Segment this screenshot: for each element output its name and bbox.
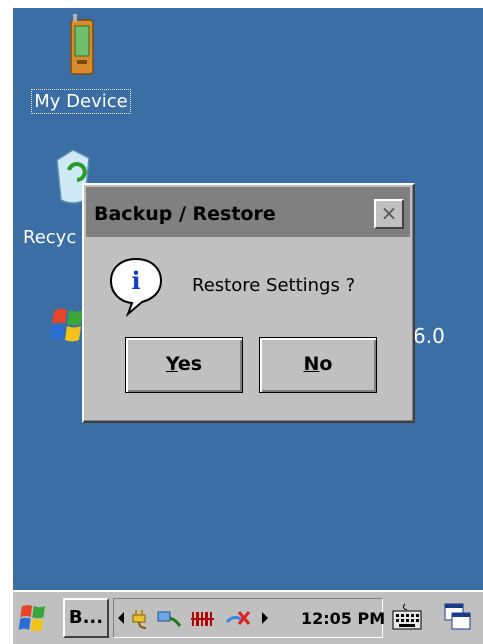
svg-text:i: i [131,266,140,295]
close-icon: × [380,201,398,225]
my-device-label: My Device [31,89,131,114]
desktop-icon-my-device[interactable]: My Device [26,12,136,114]
wireless-off-icon[interactable] [224,608,254,630]
recycle-bin-label: Recyc [23,227,77,248]
windows-flag-icon [50,308,83,342]
taskbar-task-button[interactable]: B... [63,598,109,638]
no-button[interactable]: No [259,337,377,393]
desktop-switch-icon[interactable] [443,602,473,632]
windows-ce-label: 6.0 [413,324,445,348]
info-icon: i [109,257,163,318]
dialog-title: Backup / Restore [94,203,276,225]
taskbar: B... 12:05 PM [13,590,483,644]
yes-label-rest: es [177,353,203,375]
barcode-icon[interactable] [190,608,216,630]
keyboard-icon[interactable] [391,602,423,632]
dialog-message: Restore Settings ? [192,275,356,296]
taskbar-clock[interactable]: 12:05 PM [301,609,385,628]
close-button[interactable]: × [374,199,404,229]
no-label-rest: o [319,353,333,375]
pda-icon [70,14,94,75]
system-tray: 12:05 PM [113,598,385,638]
no-mnemonic: N [303,353,320,375]
network-icon[interactable] [156,608,182,630]
start-button-icon[interactable] [17,602,49,634]
dialog-titlebar[interactable]: Backup / Restore × [86,187,410,237]
yes-mnemonic: Y [165,353,178,375]
desktop-icon-windows-ce[interactable] [50,305,86,350]
power-plug-icon[interactable] [130,608,152,630]
yes-button[interactable]: Yes [125,337,243,393]
backup-restore-dialog: Backup / Restore × i Restore Settings ? … [82,183,415,423]
arrow-left-icon[interactable] [116,608,126,628]
arrow-right-icon[interactable] [260,608,270,628]
